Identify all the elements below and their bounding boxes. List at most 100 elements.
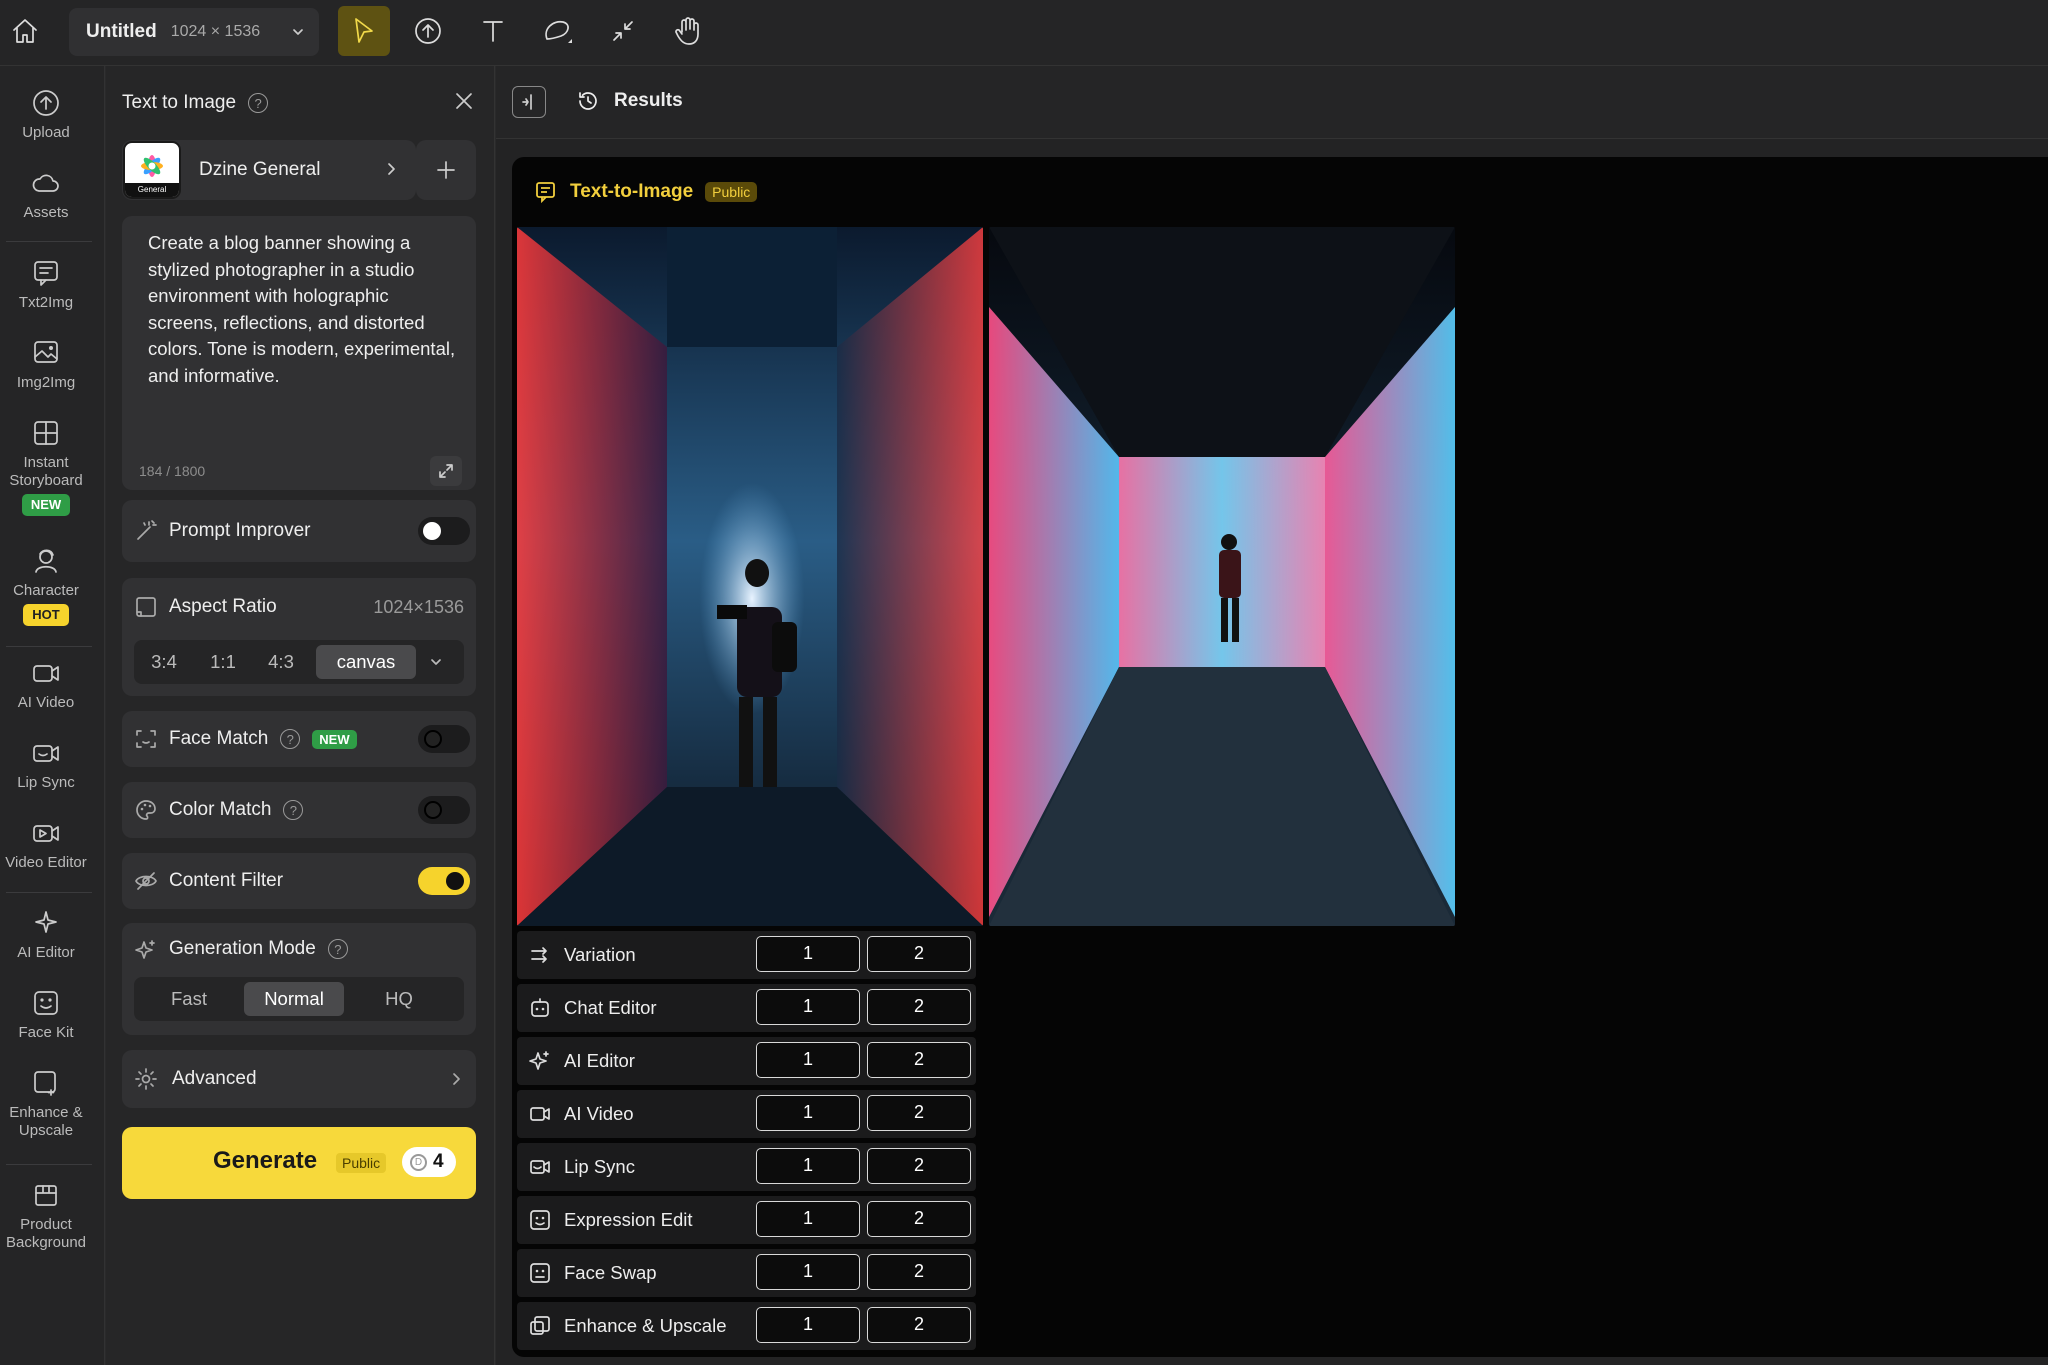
variation-image-2-button[interactable]: 2 [867, 936, 971, 972]
enhance-upscale-image-2-button[interactable]: 2 [867, 1307, 971, 1343]
ai-editor-image-1-button[interactable]: 1 [756, 1042, 860, 1078]
face-swap-image-1-button[interactable]: 1 [756, 1254, 860, 1290]
action-row-face-swap: Face Swap 1 2 [517, 1249, 976, 1297]
advanced-label: Advanced [172, 1068, 257, 1089]
hand-tool-button[interactable] [662, 6, 714, 56]
rail-label: Instant Storyboard [9, 454, 83, 489]
color-match-toggle[interactable] [418, 796, 470, 824]
action-label: Enhance & Upscale [564, 1315, 727, 1336]
generated-image-2[interactable] [989, 227, 1455, 926]
mode-option-normal[interactable]: Normal [244, 982, 344, 1016]
aspect-option-4-3[interactable]: 4:3 [252, 651, 310, 673]
model-thumbnail: General [123, 141, 181, 199]
rail-label: AI Video [17, 694, 75, 711]
help-icon[interactable]: ? [283, 800, 304, 820]
ai-video-image-2-button[interactable]: 2 [867, 1095, 971, 1131]
rail-label: Lip Sync [17, 774, 75, 791]
content-filter-label: Content Filter [169, 870, 284, 891]
panel-title: Text to Image [122, 92, 237, 113]
lip-sync-image-2-button[interactable]: 2 [867, 1148, 971, 1184]
rail-item-video-editor[interactable]: Video Editor [0, 818, 92, 872]
new-badge: NEW [312, 729, 357, 749]
expression-icon [529, 1209, 551, 1231]
rail-label: Product Background [5, 1216, 87, 1251]
mode-option-fast[interactable]: Fast [134, 988, 244, 1010]
expression-edit-image-2-button[interactable]: 2 [867, 1201, 971, 1237]
lasso-tool-button[interactable] [532, 6, 584, 56]
prompt-improver-toggle[interactable] [418, 517, 470, 545]
help-icon[interactable]: ? [248, 93, 269, 113]
chat-editor-image-2-button[interactable]: 2 [867, 989, 971, 1025]
model-selector[interactable]: General Dzine General [122, 140, 416, 200]
action-row-ai-video: AI Video 1 2 [517, 1090, 976, 1138]
magic-wand-icon [134, 519, 158, 543]
chevron-down-icon [291, 25, 305, 39]
rail-label: Img2Img [16, 374, 76, 391]
document-selector[interactable]: Untitled 1024 × 1536 [69, 8, 319, 56]
aspect-option-canvas[interactable]: canvas [316, 645, 416, 679]
rail-item-storyboard[interactable]: Instant Storyboard NEW [0, 418, 92, 516]
generate-button[interactable]: Generate Public D 4 [122, 1127, 476, 1199]
video-icon [529, 1103, 551, 1125]
expand-icon[interactable] [430, 456, 462, 486]
rail-item-ai-editor[interactable]: AI Editor [0, 908, 92, 962]
action-row-variation: Variation 1 2 [517, 931, 976, 979]
rail-item-face-kit[interactable]: Face Kit [0, 988, 92, 1042]
action-row-enhance-upscale: Enhance & Upscale 1 2 [517, 1302, 976, 1350]
chat-editor-image-1-button[interactable]: 1 [756, 989, 860, 1025]
help-icon[interactable]: ? [280, 729, 301, 749]
select-tool-button[interactable] [338, 6, 390, 56]
variation-image-1-button[interactable]: 1 [756, 936, 860, 972]
rail-divider [6, 1164, 92, 1165]
rail-item-enhance[interactable]: Enhance & Upscale [0, 1068, 92, 1140]
lasso-icon [545, 20, 572, 43]
aspect-dropdown[interactable] [416, 655, 456, 669]
rail-item-lip-sync[interactable]: Lip Sync [0, 738, 92, 792]
action-label: Chat Editor [564, 997, 657, 1018]
rail-label: AI Editor [17, 944, 75, 961]
aspect-option-1-1[interactable]: 1:1 [194, 651, 252, 673]
rail-item-assets[interactable]: Assets [0, 168, 92, 222]
aspect-option-3-4[interactable]: 3:4 [134, 651, 194, 673]
rail-item-character[interactable]: Character HOT [0, 546, 92, 626]
close-icon[interactable] [454, 91, 474, 111]
rail-item-upload[interactable]: Upload [0, 88, 92, 142]
shrink-tool-button[interactable] [597, 6, 649, 56]
home-icon[interactable] [10, 14, 40, 48]
results-tab[interactable]: Results [576, 89, 683, 113]
top-bar: Untitled 1024 × 1536 [0, 0, 2048, 66]
enhance-upscale-image-1-button[interactable]: 1 [756, 1307, 860, 1343]
add-model-button[interactable] [416, 140, 476, 200]
face-swap-image-2-button[interactable]: 2 [867, 1254, 971, 1290]
help-icon[interactable]: ? [327, 939, 348, 959]
action-label: AI Video [564, 1103, 634, 1124]
rail-label: Assets [23, 204, 69, 221]
rail-item-img2img[interactable]: Img2Img [0, 338, 92, 392]
storyboard-icon [31, 418, 61, 448]
face-scan-icon [134, 727, 158, 751]
collapse-panel-icon[interactable] [512, 86, 546, 118]
face-match-toggle[interactable] [418, 725, 470, 753]
prompt-box[interactable]: Create a blog banner showing a stylized … [122, 216, 476, 490]
enhance-icon [31, 1068, 61, 1098]
rail-item-product-bg[interactable]: Product Background [0, 1180, 92, 1252]
prompt-input[interactable]: Create a blog banner showing a stylized … [148, 230, 458, 389]
expression-edit-image-1-button[interactable]: 1 [756, 1201, 860, 1237]
shrink-icon [613, 21, 633, 41]
prompt-improver-row: Prompt Improver [122, 500, 476, 562]
lip-sync-image-1-button[interactable]: 1 [756, 1148, 860, 1184]
content-filter-toggle[interactable] [418, 867, 470, 895]
plus-icon [437, 161, 455, 179]
rail-item-ai-video[interactable]: AI Video [0, 658, 92, 712]
variation-icon [529, 944, 551, 966]
face-match-row: Face Match ? NEW [122, 711, 476, 767]
advanced-row[interactable]: Advanced [122, 1050, 476, 1108]
ai-video-image-1-button[interactable]: 1 [756, 1095, 860, 1131]
ai-editor-image-2-button[interactable]: 2 [867, 1042, 971, 1078]
generated-image-1[interactable] [517, 227, 983, 926]
result-title: Text-to-Image [570, 181, 694, 202]
rail-item-txt2img[interactable]: Txt2Img [0, 258, 92, 312]
mode-option-hq[interactable]: HQ [344, 988, 454, 1010]
upload-tool-button[interactable] [402, 6, 454, 56]
text-tool-button[interactable] [467, 6, 519, 56]
